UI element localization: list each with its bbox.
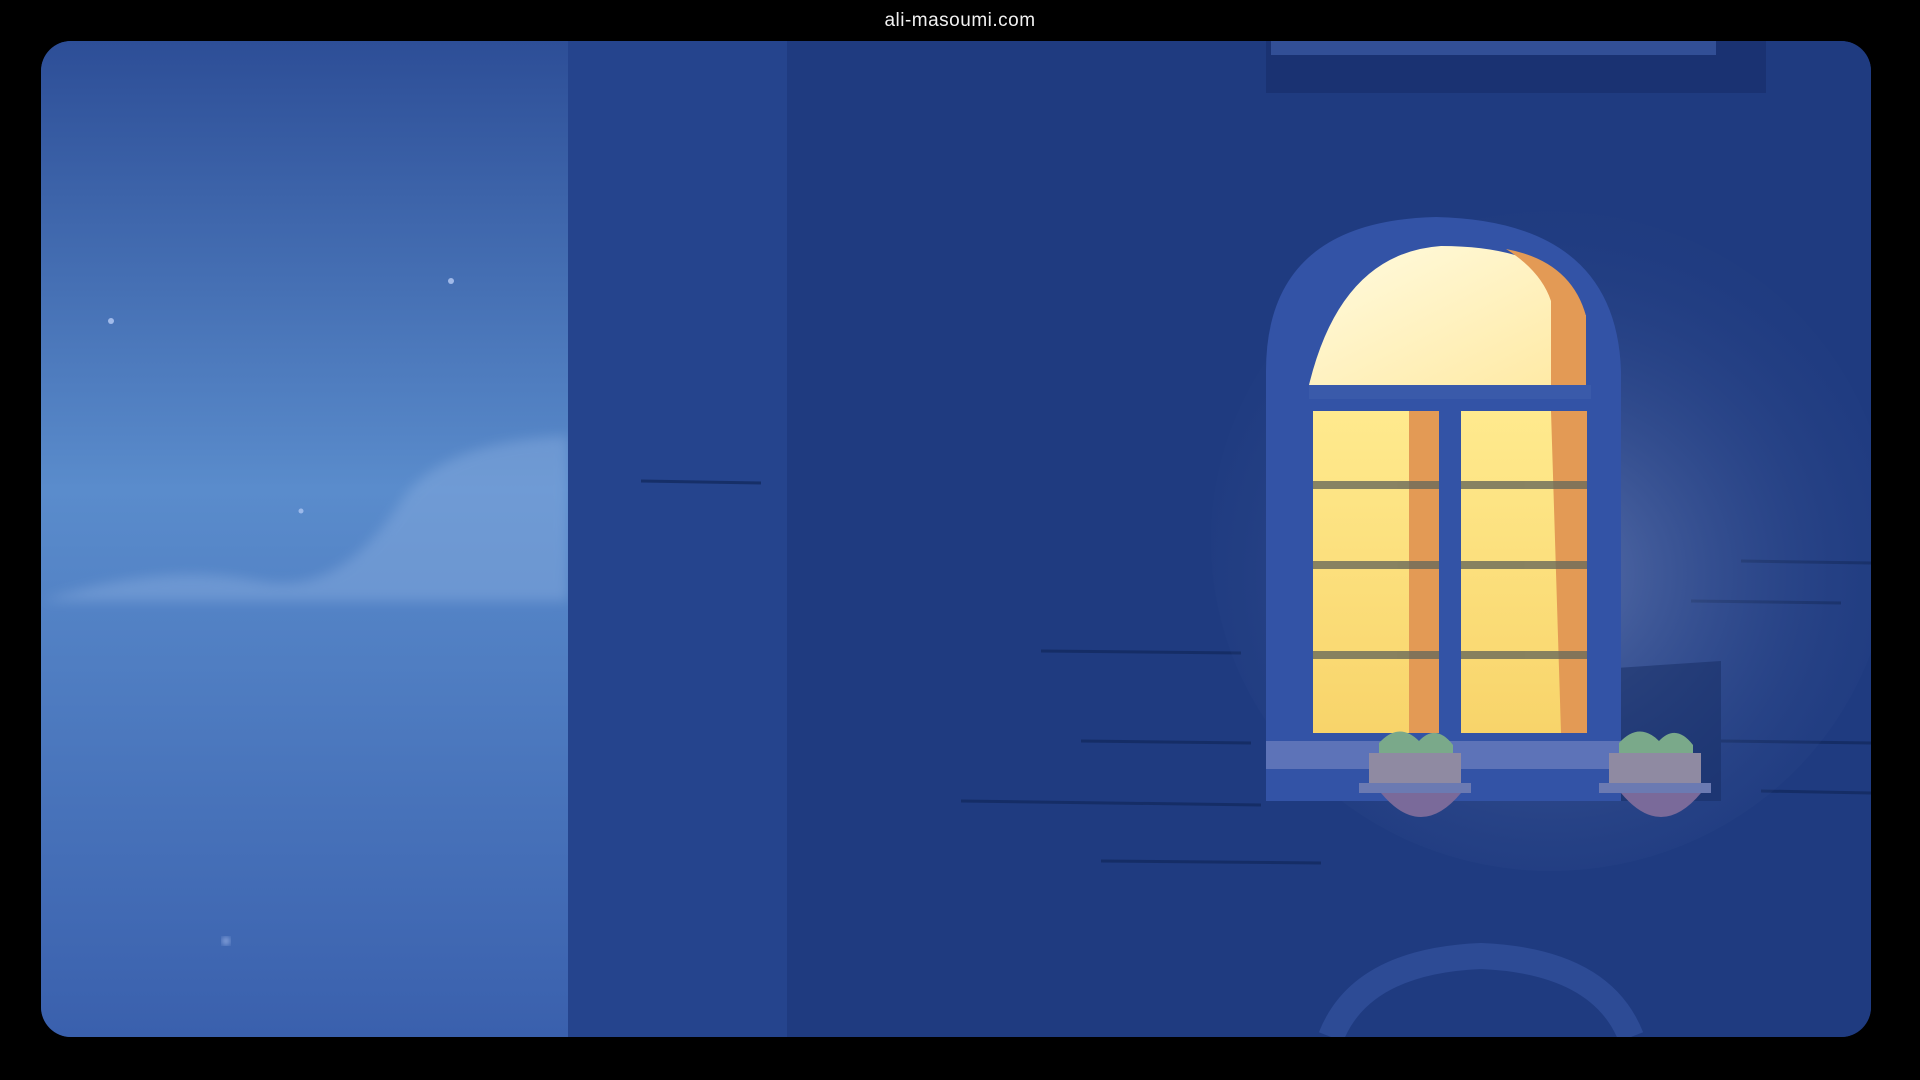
site-url: ali-masoumi.com [884,10,1036,31]
star [222,937,230,945]
scene-frame [41,41,1871,1037]
wall-strip [568,41,788,1037]
star [448,278,454,284]
star [108,318,114,324]
star [298,508,304,514]
night-scene-illustration [41,41,1871,1037]
